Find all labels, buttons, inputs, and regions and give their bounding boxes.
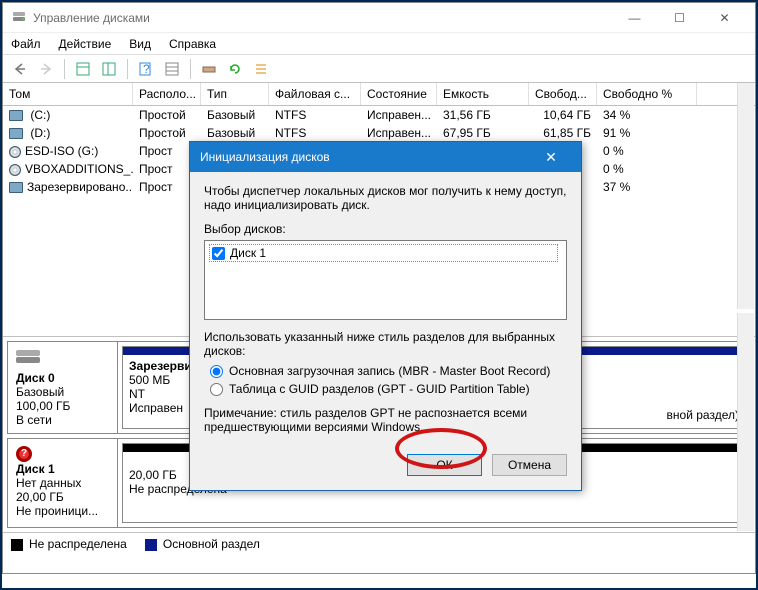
disk1-checkbox[interactable]	[212, 247, 225, 260]
ok-button[interactable]: ОК	[407, 454, 482, 476]
col-volume[interactable]: Том	[3, 83, 133, 105]
table-row[interactable]: (D:)ПростойБазовыйNTFSИсправен...67,95 Г…	[3, 124, 755, 142]
col-fs[interactable]: Файловая с...	[269, 83, 361, 105]
initialize-disk-dialog: Инициализация дисков ✕ Чтобы диспетчер л…	[189, 141, 582, 491]
svg-text:?: ?	[143, 62, 150, 76]
col-freepct[interactable]: Свободно %	[597, 83, 697, 105]
legend: Не распределена Основной раздел	[3, 532, 755, 555]
radio-gpt-input[interactable]	[210, 383, 223, 396]
disk-management-window: Управление дисками — ☐ ✕ Файл Действие В…	[2, 2, 756, 574]
toolbar: ?	[3, 55, 755, 83]
help-icon[interactable]: ?	[135, 58, 157, 80]
close-button[interactable]: ✕	[702, 4, 747, 32]
window-title: Управление дисками	[33, 11, 612, 25]
toolbar-view1[interactable]	[72, 58, 94, 80]
maximize-button[interactable]: ☐	[657, 4, 702, 32]
menu-file[interactable]: Файл	[11, 37, 41, 51]
radio-mbr-input[interactable]	[210, 365, 223, 378]
dialog-title: Инициализация дисков	[200, 150, 330, 164]
col-capacity[interactable]: Емкость	[437, 83, 529, 105]
scrollbar-bottom[interactable]	[737, 313, 754, 531]
minimize-button[interactable]: —	[612, 4, 657, 32]
toolbar-settings[interactable]	[198, 58, 220, 80]
radio-gpt[interactable]: Таблица с GUID разделов (GPT - GUID Part…	[210, 382, 567, 396]
app-icon	[11, 10, 27, 26]
cancel-button[interactable]: Отмена	[492, 454, 567, 476]
dialog-message: Чтобы диспетчер локальных дисков мог пол…	[204, 184, 567, 212]
menu-help[interactable]: Справка	[169, 37, 216, 51]
col-free[interactable]: Свобод...	[529, 83, 597, 105]
partition-style-label: Использовать указанный ниже стиль раздел…	[204, 330, 567, 358]
toolbar-refresh[interactable]	[224, 58, 246, 80]
disk0-label: Диск 0 Базовый 100,00 ГБ В сети	[8, 342, 118, 433]
back-button[interactable]	[9, 58, 31, 80]
dialog-close-button[interactable]: ✕	[531, 149, 571, 166]
partition-reserved[interactable]: Зарезерви 500 МБ NT Исправен	[122, 346, 192, 429]
toolbar-view2[interactable]	[98, 58, 120, 80]
col-type[interactable]: Тип	[201, 83, 269, 105]
table-row[interactable]: (C:)ПростойБазовыйNTFSИсправен...31,56 Г…	[3, 106, 755, 124]
legend-unallocated: Не распределена	[11, 537, 127, 551]
volume-list-header: Том Располо... Тип Файловая с... Состоян…	[3, 83, 755, 106]
col-status[interactable]: Состояние	[361, 83, 437, 105]
dialog-title-bar[interactable]: Инициализация дисков ✕	[190, 142, 581, 172]
disk-list-item[interactable]: Диск 1	[209, 244, 558, 262]
col-layout[interactable]: Располо...	[133, 83, 201, 105]
scrollbar-top[interactable]	[737, 83, 754, 309]
disk1-label: ? Диск 1 Нет данных 20,00 ГБ Не проиници…	[8, 439, 118, 527]
hdd-icon	[16, 348, 42, 366]
toolbar-list[interactable]	[250, 58, 272, 80]
forward-button[interactable]	[35, 58, 57, 80]
menu-bar: Файл Действие Вид Справка	[3, 33, 755, 55]
dialog-note: Примечание: стиль разделов GPT не распоз…	[204, 406, 567, 434]
menu-view[interactable]: Вид	[129, 37, 151, 51]
title-bar: Управление дисками — ☐ ✕	[3, 3, 755, 33]
disk-select-label: Выбор дисков:	[204, 222, 567, 236]
question-icon: ?	[16, 446, 32, 462]
menu-action[interactable]: Действие	[59, 37, 112, 51]
radio-mbr[interactable]: Основная загрузочная запись (MBR - Maste…	[210, 364, 567, 378]
legend-primary: Основной раздел	[145, 537, 260, 551]
toolbar-props[interactable]	[161, 58, 183, 80]
disk-list-box[interactable]: Диск 1	[204, 240, 567, 320]
